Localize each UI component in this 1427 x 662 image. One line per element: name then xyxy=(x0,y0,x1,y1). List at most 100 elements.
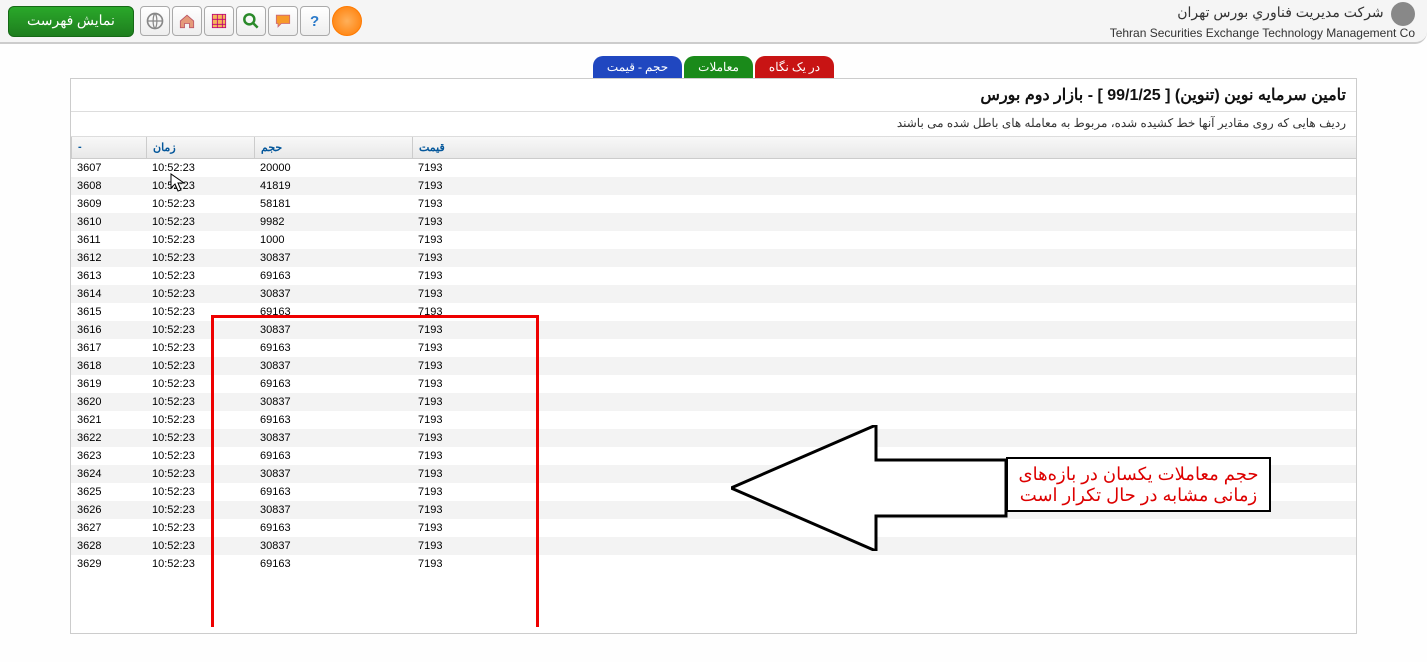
col-price[interactable]: قیمت xyxy=(412,137,567,158)
cell-idx: 3627 xyxy=(71,519,146,537)
home-icon[interactable] xyxy=(172,6,202,36)
help-icon[interactable]: ? xyxy=(300,6,330,36)
table-row[interactable]: 362710:52:23691637193 xyxy=(71,519,1356,537)
cell-idx: 3618 xyxy=(71,357,146,375)
search-icon[interactable] xyxy=(236,6,266,36)
cell-vol: 69163 xyxy=(254,303,412,321)
table-row[interactable]: 361410:52:23308377193 xyxy=(71,285,1356,303)
cell-vol: 30837 xyxy=(254,249,412,267)
table-row[interactable]: 362210:52:23308377193 xyxy=(71,429,1356,447)
annotation-box: حجم معاملات یکسان در بازه‌های زمانی مشاب… xyxy=(1006,457,1271,512)
cell-vol: 30837 xyxy=(254,357,412,375)
table-row[interactable]: 360810:52:23418197193 xyxy=(71,177,1356,195)
cell-time: 10:52:23 xyxy=(146,411,254,429)
globe-icon[interactable] xyxy=(140,6,170,36)
svg-text:?: ? xyxy=(310,13,319,30)
annotation-text: حجم معاملات یکسان در بازه‌های زمانی مشاب… xyxy=(1014,464,1263,506)
table-row[interactable]: 360710:52:23200007193 xyxy=(71,159,1356,177)
table-row[interactable]: 361110:52:2310007193 xyxy=(71,231,1356,249)
main-panel: تامین سرمایه نوین (تنوین) [ 99/1/25 ] - … xyxy=(70,78,1357,634)
table-row[interactable]: 361210:52:23308377193 xyxy=(71,249,1356,267)
cell-vol: 9982 xyxy=(254,213,412,231)
cell-vol: 69163 xyxy=(254,447,412,465)
cell-vol: 69163 xyxy=(254,519,412,537)
table-row[interactable]: 361510:52:23691637193 xyxy=(71,303,1356,321)
cell-vol: 69163 xyxy=(254,375,412,393)
new-badge-icon[interactable] xyxy=(332,6,362,36)
chat-icon[interactable] xyxy=(268,6,298,36)
cell-idx: 3616 xyxy=(71,321,146,339)
cell-price: 7193 xyxy=(412,375,567,393)
cell-vol: 69163 xyxy=(254,339,412,357)
cell-price: 7193 xyxy=(412,357,567,375)
table-row[interactable]: 361910:52:23691637193 xyxy=(71,375,1356,393)
table-row[interactable]: 362910:52:23691637193 xyxy=(71,555,1356,573)
table-row[interactable]: 362810:52:23308377193 xyxy=(71,537,1356,555)
cell-vol: 58181 xyxy=(254,195,412,213)
cell-vol: 30837 xyxy=(254,465,412,483)
table-row[interactable]: 361610:52:23308377193 xyxy=(71,321,1356,339)
cell-time: 10:52:23 xyxy=(146,555,254,573)
col-time[interactable]: زمان xyxy=(146,137,254,158)
cell-price: 7193 xyxy=(412,465,567,483)
cell-price: 7193 xyxy=(412,447,567,465)
col-index[interactable]: - xyxy=(71,137,146,158)
panel-subtitle: ردیف هایی که روی مقادیر آنها خط کشیده شد… xyxy=(71,112,1356,137)
cell-time: 10:52:23 xyxy=(146,447,254,465)
cell-price: 7193 xyxy=(412,537,567,555)
cell-vol: 69163 xyxy=(254,267,412,285)
cell-time: 10:52:23 xyxy=(146,483,254,501)
company-block: شرکت مدیریت فناوري بورس تهران Tehran Sec… xyxy=(1110,2,1419,40)
tab-trades[interactable]: معاملات xyxy=(684,56,753,78)
company-name-fa: شرکت مدیریت فناوري بورس تهران xyxy=(1177,4,1383,20)
table-row[interactable]: 361310:52:23691637193 xyxy=(71,267,1356,285)
cell-time: 10:52:23 xyxy=(146,429,254,447)
cell-idx: 3609 xyxy=(71,195,146,213)
cell-time: 10:52:23 xyxy=(146,177,254,195)
cell-price: 7193 xyxy=(412,339,567,357)
cell-idx: 3620 xyxy=(71,393,146,411)
table-row[interactable]: 360910:52:23581817193 xyxy=(71,195,1356,213)
company-logo-icon xyxy=(1391,2,1415,26)
cell-time: 10:52:23 xyxy=(146,339,254,357)
cell-price: 7193 xyxy=(412,231,567,249)
cell-price: 7193 xyxy=(412,555,567,573)
cell-idx: 3629 xyxy=(71,555,146,573)
cell-price: 7193 xyxy=(412,303,567,321)
col-volume[interactable]: حجم xyxy=(254,137,412,158)
table-row[interactable]: 361710:52:23691637193 xyxy=(71,339,1356,357)
cell-vol: 30837 xyxy=(254,285,412,303)
cell-price: 7193 xyxy=(412,483,567,501)
cell-price: 7193 xyxy=(412,159,567,177)
cell-vol: 20000 xyxy=(254,159,412,177)
arrow-icon xyxy=(731,425,1011,551)
cell-idx: 3607 xyxy=(71,159,146,177)
show-list-button[interactable]: نمایش فهرست xyxy=(8,6,134,37)
cell-vol: 30837 xyxy=(254,393,412,411)
cell-idx: 3621 xyxy=(71,411,146,429)
cell-vol: 30837 xyxy=(254,429,412,447)
table-row[interactable]: 362110:52:23691637193 xyxy=(71,411,1356,429)
cell-time: 10:52:23 xyxy=(146,231,254,249)
table-body[interactable]: 360710:52:23200007193360810:52:234181971… xyxy=(71,159,1356,627)
panel-title: تامین سرمایه نوین (تنوین) [ 99/1/25 ] - … xyxy=(71,79,1356,112)
tab-volume-price[interactable]: حجم - قیمت xyxy=(593,56,682,78)
cell-vol: 69163 xyxy=(254,555,412,573)
table-row[interactable]: 361810:52:23308377193 xyxy=(71,357,1356,375)
tab-overview[interactable]: در یک نگاه xyxy=(755,56,834,78)
cell-idx: 3628 xyxy=(71,537,146,555)
cell-idx: 3608 xyxy=(71,177,146,195)
table-wrap: - زمان حجم قیمت 360710:52:23200007193360… xyxy=(71,137,1356,627)
cell-time: 10:52:23 xyxy=(146,267,254,285)
cell-idx: 3624 xyxy=(71,465,146,483)
company-name-en: Tehran Securities Exchange Technology Ma… xyxy=(1110,26,1415,40)
cell-price: 7193 xyxy=(412,321,567,339)
table-row[interactable]: 362010:52:23308377193 xyxy=(71,393,1356,411)
cell-vol: 69163 xyxy=(254,411,412,429)
cell-idx: 3615 xyxy=(71,303,146,321)
grid-icon[interactable] xyxy=(204,6,234,36)
cell-price: 7193 xyxy=(412,177,567,195)
top-toolbar: نمایش فهرست ? شرکت مدیریت فناوري بورس ته… xyxy=(0,0,1427,44)
cell-vol: 41819 xyxy=(254,177,412,195)
table-row[interactable]: 361010:52:2399827193 xyxy=(71,213,1356,231)
